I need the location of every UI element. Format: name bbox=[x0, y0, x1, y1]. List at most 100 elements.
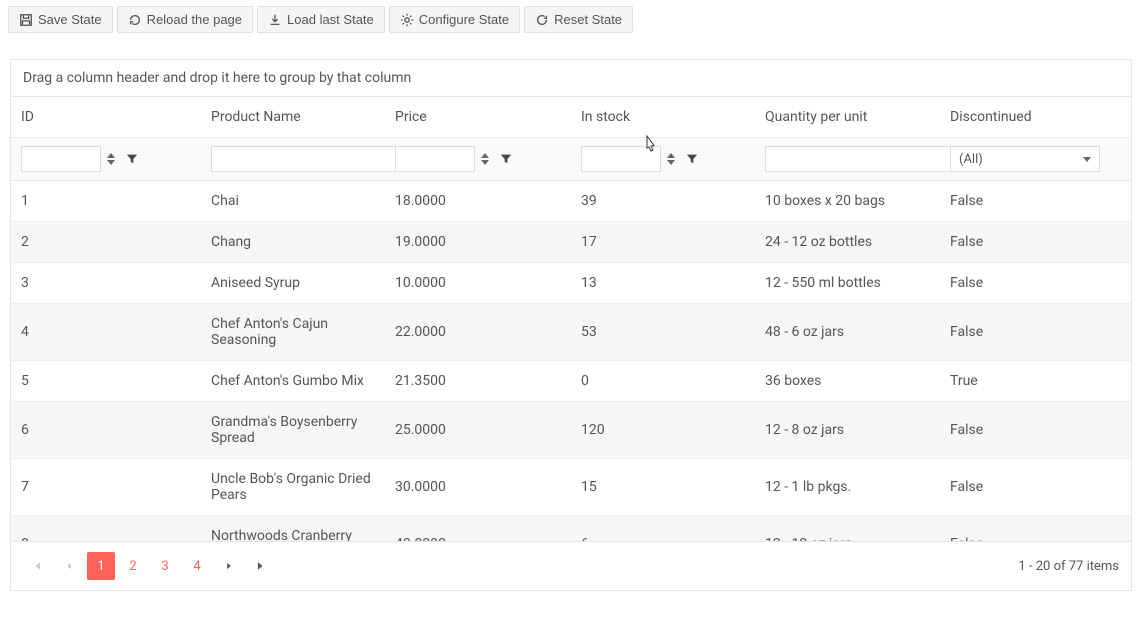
filter-select-discontinued[interactable]: (All) bbox=[950, 146, 1100, 172]
filter-icon[interactable] bbox=[125, 152, 139, 166]
cell-id: 8 bbox=[11, 516, 201, 541]
configure-state-button[interactable]: Configure State bbox=[389, 6, 520, 33]
cell-stock: 120 bbox=[571, 402, 755, 458]
select-value: (All) bbox=[959, 152, 983, 167]
cell-disc: False bbox=[940, 304, 1110, 360]
cell-price: 19.0000 bbox=[385, 222, 571, 262]
cell-id: 5 bbox=[11, 361, 201, 401]
button-label: Load last State bbox=[287, 12, 374, 27]
pager-nav: 1234 bbox=[23, 552, 275, 580]
cell-qpu: 12 - 8 oz jars bbox=[755, 402, 940, 458]
spin-down-icon[interactable] bbox=[667, 160, 675, 165]
page-next-button[interactable] bbox=[215, 552, 243, 580]
filter-icon[interactable] bbox=[685, 152, 699, 166]
filter-input-stock[interactable] bbox=[581, 146, 661, 172]
cell-name: Uncle Bob's Organic Dried Pears bbox=[201, 459, 385, 515]
pager: 1234 1 - 20 of 77 items bbox=[11, 541, 1131, 590]
page-number-3[interactable]: 3 bbox=[151, 552, 179, 580]
filter-icon[interactable] bbox=[499, 152, 513, 166]
page-last-button[interactable] bbox=[247, 552, 275, 580]
table-row[interactable]: 8Northwoods Cranberry Sauce40.0000612 - … bbox=[11, 516, 1131, 541]
reload-page-button[interactable]: Reload the page bbox=[117, 6, 253, 33]
page-number-2[interactable]: 2 bbox=[119, 552, 147, 580]
table-row[interactable]: 4Chef Anton's Cajun Seasoning22.00005348… bbox=[11, 304, 1131, 361]
cell-stock: 53 bbox=[571, 304, 755, 360]
cell-stock: 0 bbox=[571, 361, 755, 401]
spin-down-icon[interactable] bbox=[481, 160, 489, 165]
table-row[interactable]: 6Grandma's Boysenberry Spread25.00001201… bbox=[11, 402, 1131, 459]
cell-price: 21.3500 bbox=[385, 361, 571, 401]
chevron-down-icon bbox=[1083, 157, 1091, 162]
filter-row: (All) bbox=[11, 138, 1131, 181]
cell-id: 6 bbox=[11, 402, 201, 458]
filter-input-name[interactable] bbox=[211, 146, 397, 172]
cell-disc: False bbox=[940, 263, 1110, 303]
cell-name: Chef Anton's Gumbo Mix bbox=[201, 361, 385, 401]
save-state-button[interactable]: Save State bbox=[8, 6, 113, 33]
download-icon bbox=[268, 13, 282, 27]
cell-qpu: 12 - 1 lb pkgs. bbox=[755, 459, 940, 515]
column-header-price[interactable]: Price bbox=[385, 97, 571, 137]
cell-price: 10.0000 bbox=[385, 263, 571, 303]
cell-stock: 13 bbox=[571, 263, 755, 303]
cell-price: 25.0000 bbox=[385, 402, 571, 458]
cell-stock: 39 bbox=[571, 181, 755, 221]
table-row[interactable]: 7Uncle Bob's Organic Dried Pears30.00001… bbox=[11, 459, 1131, 516]
page-prev-button[interactable] bbox=[55, 552, 83, 580]
cell-name: Northwoods Cranberry Sauce bbox=[201, 516, 385, 541]
table-row[interactable]: 2Chang19.00001724 - 12 oz bottlesFalse bbox=[11, 222, 1131, 263]
column-header-in-stock[interactable]: In stock bbox=[571, 97, 755, 137]
filter-cell-price bbox=[385, 138, 571, 180]
table-row[interactable]: 1Chai18.00003910 boxes x 20 bagsFalse bbox=[11, 181, 1131, 222]
filter-cell-qpu bbox=[755, 138, 940, 180]
column-label: Discontinued bbox=[950, 109, 1032, 125]
filter-input-price[interactable] bbox=[395, 146, 475, 172]
column-header-id[interactable]: ID bbox=[11, 97, 201, 137]
column-label: Price bbox=[395, 109, 427, 125]
page-first-button[interactable] bbox=[23, 552, 51, 580]
filter-cell-disc: (All) bbox=[940, 138, 1110, 180]
save-icon bbox=[19, 13, 33, 27]
button-label: Reload the page bbox=[147, 12, 242, 27]
cell-disc: True bbox=[940, 361, 1110, 401]
column-header-quantity-per-unit[interactable]: Quantity per unit bbox=[755, 97, 940, 137]
column-header-row: ID Product Name Price In stock Quantity … bbox=[11, 97, 1131, 138]
filter-input-qpu[interactable] bbox=[765, 146, 951, 172]
cell-name: Aniseed Syrup bbox=[201, 263, 385, 303]
column-label: Product Name bbox=[211, 109, 301, 125]
grid-body[interactable]: 1Chai18.00003910 boxes x 20 bagsFalse2Ch… bbox=[11, 181, 1131, 541]
reset-icon bbox=[535, 13, 549, 27]
spin-up-icon[interactable] bbox=[667, 153, 675, 158]
reload-icon bbox=[128, 13, 142, 27]
cell-disc: False bbox=[940, 459, 1110, 515]
cell-disc: False bbox=[940, 181, 1110, 221]
spin-up-icon[interactable] bbox=[107, 153, 115, 158]
reset-state-button[interactable]: Reset State bbox=[524, 6, 633, 33]
page-number-4[interactable]: 4 bbox=[183, 552, 211, 580]
gear-icon bbox=[400, 13, 414, 27]
column-header-product-name[interactable]: Product Name bbox=[201, 97, 385, 137]
spin-up-icon[interactable] bbox=[481, 153, 489, 158]
cell-price: 30.0000 bbox=[385, 459, 571, 515]
column-header-discontinued[interactable]: Discontinued bbox=[940, 97, 1110, 137]
filter-cell-stock bbox=[571, 138, 755, 180]
cell-id: 7 bbox=[11, 459, 201, 515]
spin-down-icon[interactable] bbox=[107, 160, 115, 165]
data-grid: Drag a column header and drop it here to… bbox=[10, 59, 1132, 591]
cell-id: 3 bbox=[11, 263, 201, 303]
cell-stock: 6 bbox=[571, 516, 755, 541]
cell-stock: 15 bbox=[571, 459, 755, 515]
cell-name: Chang bbox=[201, 222, 385, 262]
page-number-1[interactable]: 1 bbox=[87, 552, 115, 580]
filter-input-id[interactable] bbox=[21, 146, 101, 172]
cell-id: 4 bbox=[11, 304, 201, 360]
table-row[interactable]: 5Chef Anton's Gumbo Mix21.3500036 boxesT… bbox=[11, 361, 1131, 402]
cell-stock: 17 bbox=[571, 222, 755, 262]
table-row[interactable]: 3Aniseed Syrup10.00001312 - 550 ml bottl… bbox=[11, 263, 1131, 304]
load-last-state-button[interactable]: Load last State bbox=[257, 6, 385, 33]
cell-name: Grandma's Boysenberry Spread bbox=[201, 402, 385, 458]
column-label: Quantity per unit bbox=[765, 109, 867, 125]
filter-cell-id bbox=[11, 138, 201, 180]
group-panel[interactable]: Drag a column header and drop it here to… bbox=[11, 60, 1131, 97]
cell-qpu: 48 - 6 oz jars bbox=[755, 304, 940, 360]
